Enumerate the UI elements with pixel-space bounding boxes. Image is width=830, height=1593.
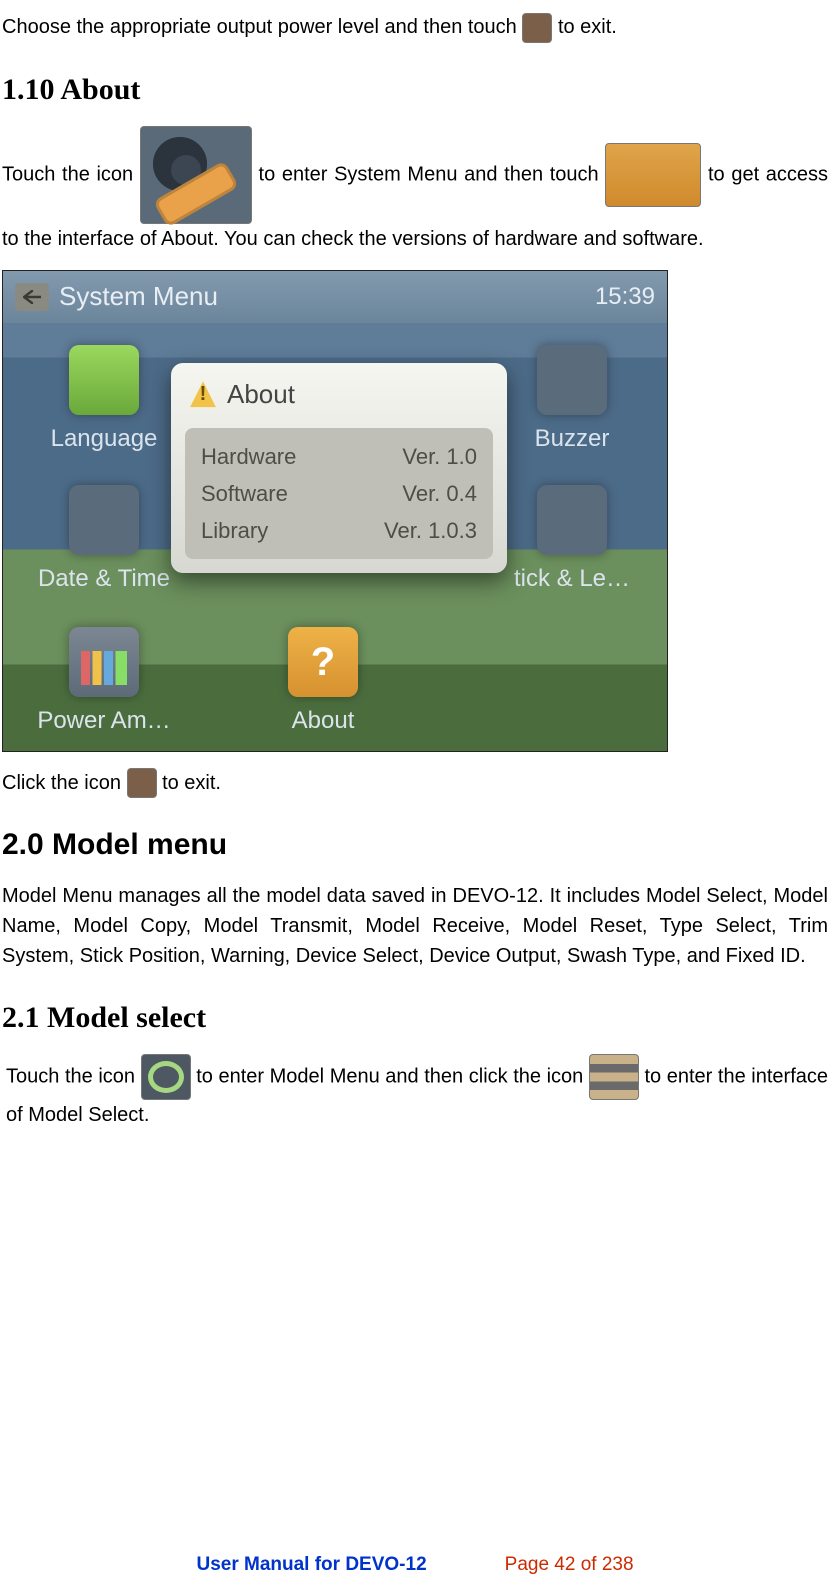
model-select-paragraph: Touch the icon to enter Model Menu and t… (2, 1054, 828, 1130)
language-icon (69, 345, 139, 415)
heading-about: 1.10 About (2, 67, 828, 112)
titlebar-title: System Menu (59, 277, 218, 316)
menu-item-power[interactable]: Power Am… (9, 627, 199, 739)
intro-paragraph: Choose the appropriate output power leve… (2, 12, 828, 43)
dialog-body: Hardware Ver. 1.0 Software Ver. 0.4 Libr… (185, 428, 493, 559)
system-menu-icon (140, 126, 252, 224)
menu-item-about[interactable]: About (228, 627, 418, 739)
about-text-b: to enter System Menu and then touch (259, 163, 606, 185)
model-menu-icon (141, 1054, 191, 1100)
power-icon (69, 627, 139, 697)
about-icon (288, 627, 358, 697)
dialog-row-hardware: Hardware Ver. 1.0 (199, 438, 479, 475)
exit-text-b: to exit. (162, 772, 221, 794)
exit-paragraph: Click the icon to exit. (2, 768, 828, 799)
titlebar-clock: 15:39 (595, 279, 655, 315)
dialog-label-software: Software (201, 477, 288, 510)
menu-label-about: About (228, 703, 418, 739)
buzzer-icon (537, 345, 607, 415)
exit-icon (522, 13, 552, 43)
dialog-value-hardware: Ver. 1.0 (402, 440, 477, 473)
menu-label-power: Power Am… (9, 703, 199, 739)
datetime-icon (69, 485, 139, 555)
about-text-a: Touch the icon (2, 163, 140, 185)
dialog-label-hardware: Hardware (201, 440, 296, 473)
stick-icon (537, 485, 607, 555)
dialog-value-software: Ver. 0.4 (402, 477, 477, 510)
model-select-text-a: Touch the icon (6, 1066, 141, 1088)
heading-model-select: 2.1 Model select (2, 995, 828, 1040)
footer-title: User Manual for DEVO-12 (196, 1551, 426, 1580)
dialog-title-row: ! About (171, 373, 507, 418)
titlebar: System Menu 15:39 (3, 271, 667, 323)
dialog-title: About (227, 375, 295, 414)
model-select-text-b: to enter Model Menu and then click the i… (196, 1066, 589, 1088)
back-icon[interactable] (15, 283, 49, 311)
menu-label-datetime: Date & Time (9, 561, 199, 597)
intro-text-a: Choose the appropriate output power leve… (2, 16, 522, 38)
warning-icon: ! (189, 380, 217, 408)
dialog-value-library: Ver. 1.0.3 (384, 514, 477, 547)
model-menu-paragraph: Model Menu manages all the model data sa… (2, 881, 828, 971)
heading-model-menu: 2.0 Model menu (2, 822, 828, 867)
about-paragraph: Touch the icon to enter System Menu and … (2, 126, 828, 254)
dialog-label-library: Library (201, 514, 268, 547)
dialog-row-library: Library Ver. 1.0.3 (199, 512, 479, 549)
footer-page: Page 42 of 238 (505, 1551, 634, 1580)
model-select-icon (589, 1054, 639, 1100)
dialog-row-software: Software Ver. 0.4 (199, 475, 479, 512)
version-icon (605, 143, 701, 207)
about-screenshot: System Menu 15:39 Language Buzzer Date &… (2, 270, 668, 752)
exit-text-a: Click the icon (2, 772, 127, 794)
intro-text-b: to exit. (558, 16, 617, 38)
page-footer: User Manual for DEVO-12 Page 42 of 238 (0, 1551, 830, 1580)
about-dialog: ! About Hardware Ver. 1.0 Software Ver. … (171, 363, 507, 573)
exit-icon (127, 768, 157, 798)
